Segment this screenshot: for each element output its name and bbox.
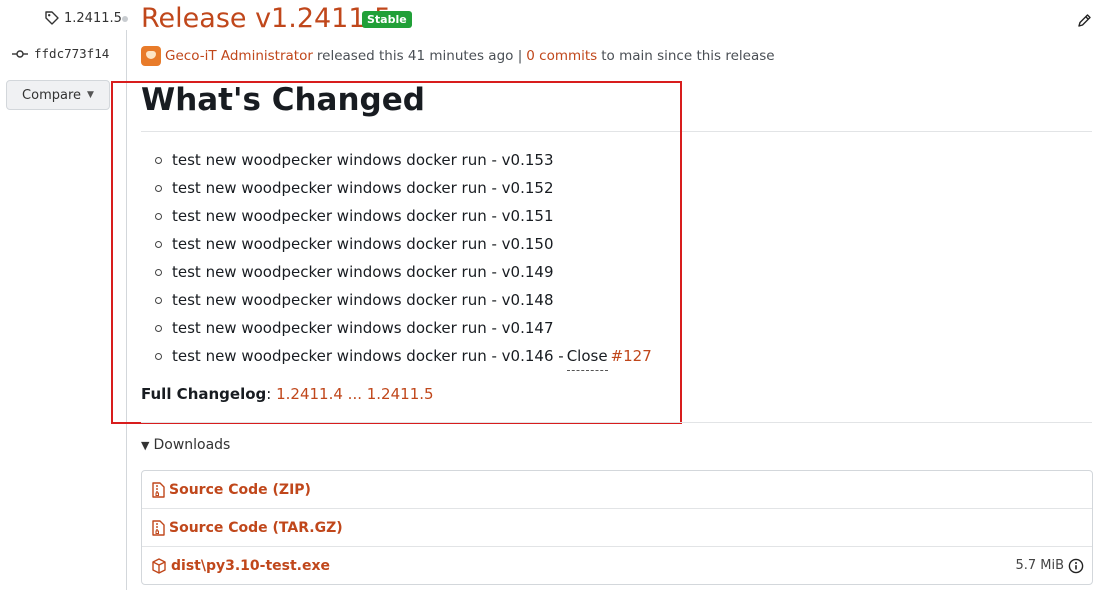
download-name[interactable]: Source Code (TAR.GZ): [169, 520, 343, 536]
zip-file-icon: [152, 481, 165, 498]
commit-sha-label: ffdc773f14: [34, 46, 110, 61]
avatar[interactable]: [141, 46, 161, 66]
timeline-dot: [122, 16, 128, 22]
edit-pencil-icon[interactable]: [1076, 13, 1092, 33]
downloads-toggle[interactable]: ▼ Downloads: [141, 437, 230, 453]
downloads-list: Source Code (ZIP) Source Code (TAR.GZ) d…: [141, 470, 1093, 585]
download-name[interactable]: Source Code (ZIP): [169, 482, 311, 498]
file-size: 5.7 MiB: [1015, 558, 1064, 573]
author-link[interactable]: Geco-iT Administrator: [165, 48, 313, 64]
commit-icon: [12, 49, 28, 58]
stable-badge: Stable: [362, 11, 412, 28]
release-meta: Geco-iT Administrator released this 41 m…: [141, 46, 775, 66]
downloads-label: Downloads: [153, 437, 231, 453]
tag-icon: [45, 11, 59, 25]
compare-button[interactable]: Compare ▼: [6, 80, 110, 110]
highlight-box: [111, 81, 682, 424]
commit-sha[interactable]: ffdc773f14: [12, 46, 109, 61]
released-text: released this 41 minutes ago |: [316, 48, 523, 64]
tag-label: 1.2411.5: [64, 10, 122, 26]
caret-down-icon: ▼: [87, 90, 94, 100]
release-title[interactable]: Release v1.2411.5: [141, 3, 391, 34]
download-item-zip[interactable]: Source Code (ZIP): [142, 471, 1092, 509]
since-text: to main since this release: [601, 48, 775, 64]
download-item-targz[interactable]: Source Code (TAR.GZ): [142, 509, 1092, 547]
download-name[interactable]: dist\py3.10-test.exe: [171, 558, 330, 574]
commit-count-link[interactable]: 0 commits: [526, 48, 597, 64]
triangle-down-icon: ▼: [141, 438, 150, 452]
divider: [141, 422, 1092, 423]
release-tag[interactable]: 1.2411.5: [44, 10, 122, 26]
download-item-exe[interactable]: dist\py3.10-test.exe 5.7 MiB: [142, 547, 1092, 584]
compare-label: Compare: [22, 87, 82, 103]
info-icon[interactable]: [1068, 558, 1084, 574]
zip-file-icon: [152, 519, 165, 536]
download-size: 5.7 MiB: [1015, 558, 1084, 574]
package-icon: [152, 557, 166, 574]
